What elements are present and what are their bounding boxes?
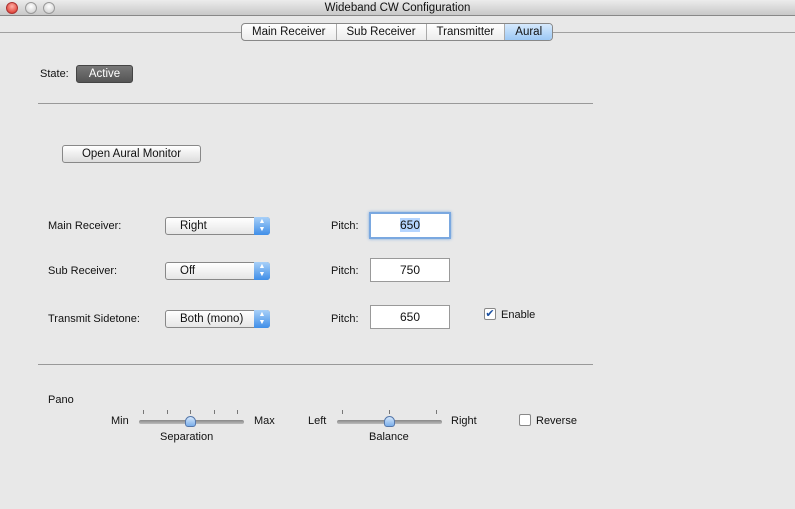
reverse-checkbox[interactable] [519,414,531,426]
updown-icon: ▲ ▼ [254,217,270,235]
select-value: Right [180,220,207,232]
window-title: Wideband CW Configuration [324,2,471,14]
balance-left-label: Left [308,415,327,427]
tab-aural[interactable]: Aural [505,24,553,40]
state-button[interactable]: Active [76,65,133,83]
close-icon[interactable] [6,2,18,14]
balance-right-label: Right [451,415,477,427]
pitch-label: Pitch: [331,220,359,232]
pitch-label: Pitch: [331,265,359,277]
enable-checkbox[interactable]: ✔ [484,308,496,320]
separation-max-label: Max [254,415,275,427]
select-value: Both (mono) [180,313,244,325]
select-value: Off [180,265,196,277]
main-pitch-input[interactable]: 650 [369,212,451,239]
divider [38,364,593,365]
transmit-sidetone-select[interactable]: Both (mono) ▲ ▼ [165,310,270,328]
separation-min-label: Min [111,415,129,427]
updown-icon: ▲ ▼ [254,262,270,280]
tab-bar: Main Receiver Sub Receiver Transmitter A… [241,23,554,41]
balance-slider[interactable] [337,410,442,427]
divider [38,103,593,104]
state-label: State: [40,68,69,80]
pano-title: Pano [48,394,74,406]
tab-sub-receiver[interactable]: Sub Receiver [337,24,427,40]
sub-receiver-select[interactable]: Off ▲ ▼ [165,262,270,280]
enable-label: Enable [501,309,536,321]
sidetone-pitch-input[interactable]: 650 [370,305,450,329]
reverse-label: Reverse [536,415,577,427]
minimize-icon[interactable] [25,2,37,14]
tab-transmitter[interactable]: Transmitter [427,24,506,40]
open-aural-monitor-button[interactable]: Open Aural Monitor [62,145,201,163]
title-bar: Wideband CW Configuration [0,0,795,16]
sub-receiver-label: Sub Receiver: [48,265,118,277]
separation-slider[interactable] [139,410,244,427]
pitch-label: Pitch: [331,313,359,325]
transmit-sidetone-label: Transmit Sidetone: [48,313,140,325]
pitch-value: 650 [399,218,421,232]
main-receiver-select[interactable]: Right ▲ ▼ [165,217,270,235]
balance-label: Balance [369,431,409,443]
zoom-icon[interactable] [43,2,55,14]
slider-thumb[interactable] [384,416,395,427]
main-receiver-label: Main Receiver: [48,220,122,232]
separation-label: Separation [160,431,214,443]
sub-pitch-input[interactable]: 750 [370,258,450,282]
updown-icon: ▲ ▼ [254,310,270,328]
slider-thumb[interactable] [185,416,196,427]
tab-main-receiver[interactable]: Main Receiver [242,24,337,40]
